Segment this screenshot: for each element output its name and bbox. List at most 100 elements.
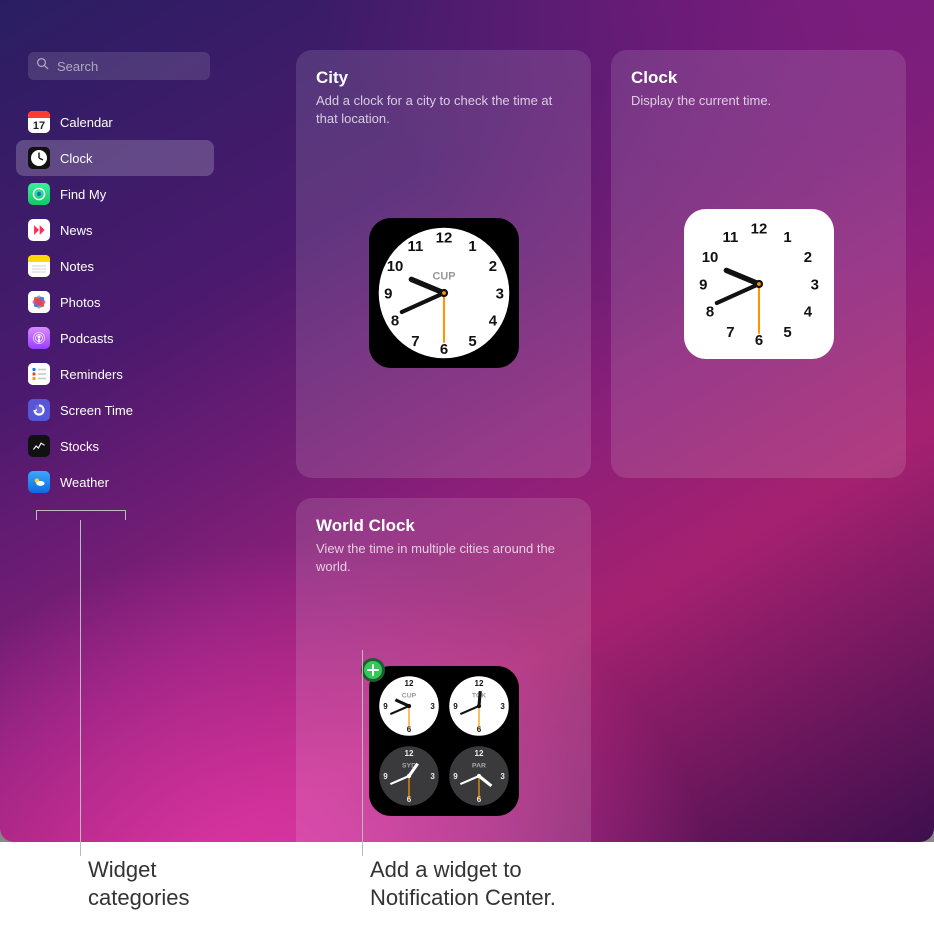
annotation-strip: Widget categories Add a widget to Notifi… bbox=[0, 842, 934, 926]
sidebar-item-photos[interactable]: Photos bbox=[16, 284, 214, 320]
sidebar-item-podcasts[interactable]: Podcasts bbox=[16, 320, 214, 356]
svg-text:3: 3 bbox=[500, 702, 505, 711]
sidebar-item-news[interactable]: News bbox=[16, 212, 214, 248]
svg-text:12: 12 bbox=[750, 220, 767, 237]
card-description: View the time in multiple cities around … bbox=[316, 540, 566, 575]
reminders-icon bbox=[28, 363, 50, 385]
sidebar-item-label: Stocks bbox=[60, 439, 99, 454]
svg-text:3: 3 bbox=[430, 772, 435, 781]
svg-text:3: 3 bbox=[495, 285, 503, 302]
card-title: City bbox=[316, 68, 571, 88]
widget-gallery-panel: 17 Calendar Clock Find My News bbox=[0, 0, 934, 842]
card-description: Add a clock for a city to check the time… bbox=[316, 92, 566, 127]
sidebar-item-label: Weather bbox=[60, 475, 109, 490]
svg-text:7: 7 bbox=[411, 333, 419, 350]
callout-line bbox=[80, 842, 81, 856]
annotation-label-categories: Widget categories bbox=[88, 856, 190, 911]
search-input[interactable] bbox=[55, 58, 235, 75]
svg-text:PAR: PAR bbox=[472, 762, 486, 769]
sidebar-item-label: Notes bbox=[60, 259, 94, 274]
stocks-icon bbox=[28, 435, 50, 457]
svg-text:CUP: CUP bbox=[401, 692, 416, 699]
svg-text:12: 12 bbox=[474, 679, 483, 688]
svg-text:1: 1 bbox=[468, 237, 476, 254]
mini-clock: 12693 CUP bbox=[377, 674, 441, 738]
svg-text:4: 4 bbox=[488, 312, 497, 329]
svg-text:5: 5 bbox=[783, 324, 791, 341]
svg-text:2: 2 bbox=[488, 258, 496, 275]
widget-preview-grid: City Add a clock for a city to check the… bbox=[296, 50, 914, 842]
sidebar-item-clock[interactable]: Clock bbox=[16, 140, 214, 176]
card-description: Display the current time. bbox=[631, 92, 881, 110]
widget-option-clock[interactable]: Clock Display the current time. 12 12 3 45… bbox=[611, 50, 906, 478]
sidebar: 17 Calendar Clock Find My News bbox=[0, 0, 230, 842]
svg-text:9: 9 bbox=[699, 276, 707, 293]
sidebar-item-label: Calendar bbox=[60, 115, 113, 130]
sidebar-item-reminders[interactable]: Reminders bbox=[16, 356, 214, 392]
svg-text:9: 9 bbox=[383, 772, 388, 781]
svg-text:11: 11 bbox=[407, 237, 423, 254]
svg-text:2: 2 bbox=[803, 249, 811, 266]
city-clock-preview: 1212 345 678 91011 CUP bbox=[369, 218, 519, 368]
analog-clock-icon: 1212 345 678 91011 CUP bbox=[376, 225, 512, 361]
annotation-label-add: Add a widget to Notification Center. bbox=[370, 856, 556, 911]
findmy-icon bbox=[28, 183, 50, 205]
svg-text:9: 9 bbox=[453, 702, 458, 711]
svg-text:12: 12 bbox=[404, 749, 413, 758]
sidebar-item-label: Screen Time bbox=[60, 403, 133, 418]
mini-clock: 12693 TOK bbox=[447, 674, 511, 738]
sidebar-item-calendar[interactable]: 17 Calendar bbox=[16, 104, 214, 140]
svg-text:1: 1 bbox=[783, 229, 791, 246]
plus-icon bbox=[367, 664, 379, 676]
svg-text:9: 9 bbox=[383, 702, 388, 711]
svg-text:17: 17 bbox=[33, 120, 45, 132]
search-icon bbox=[36, 57, 49, 75]
svg-text:9: 9 bbox=[453, 772, 458, 781]
mini-clock: 12693 PAR bbox=[447, 744, 511, 808]
widget-option-world-clock[interactable]: World Clock View the time in multiple ci… bbox=[296, 498, 591, 842]
callout-line bbox=[362, 650, 363, 842]
sidebar-item-label: Podcasts bbox=[60, 331, 113, 346]
card-title: Clock bbox=[631, 68, 886, 88]
sidebar-item-label: Clock bbox=[60, 151, 93, 166]
sidebar-item-stocks[interactable]: Stocks bbox=[16, 428, 214, 464]
svg-text:6: 6 bbox=[439, 341, 447, 358]
svg-text:3: 3 bbox=[500, 772, 505, 781]
callout-bracket bbox=[36, 510, 126, 520]
svg-text:CUP: CUP bbox=[432, 270, 455, 282]
svg-text:12: 12 bbox=[404, 679, 413, 688]
screentime-icon bbox=[28, 399, 50, 421]
svg-text:5: 5 bbox=[468, 333, 476, 350]
svg-text:8: 8 bbox=[705, 303, 713, 320]
svg-text:9: 9 bbox=[384, 285, 392, 302]
svg-text:3: 3 bbox=[430, 702, 435, 711]
calendar-icon: 17 bbox=[28, 111, 50, 133]
svg-text:12: 12 bbox=[435, 229, 452, 246]
weather-icon bbox=[28, 471, 50, 493]
svg-text:10: 10 bbox=[701, 249, 718, 266]
sidebar-item-findmy[interactable]: Find My bbox=[16, 176, 214, 212]
widget-option-city[interactable]: City Add a clock for a city to check the… bbox=[296, 50, 591, 478]
callout-line bbox=[362, 842, 363, 856]
news-icon bbox=[28, 219, 50, 241]
world-clock-preview: 12693 CUP 12693 TOK bbox=[369, 666, 519, 816]
clock-preview: 1212 345 678 91011 bbox=[684, 209, 834, 359]
photos-icon bbox=[28, 291, 50, 313]
add-widget-button[interactable] bbox=[361, 658, 385, 682]
sidebar-item-notes[interactable]: Notes bbox=[16, 248, 214, 284]
sidebar-item-label: Find My bbox=[60, 187, 106, 202]
svg-text:3: 3 bbox=[810, 276, 818, 293]
sidebar-item-label: News bbox=[60, 223, 93, 238]
svg-text:12: 12 bbox=[474, 749, 483, 758]
sidebar-item-label: Reminders bbox=[60, 367, 123, 382]
sidebar-item-weather[interactable]: Weather bbox=[16, 464, 214, 500]
callout-line bbox=[80, 520, 81, 842]
sidebar-item-screentime[interactable]: Screen Time bbox=[16, 392, 214, 428]
card-title: World Clock bbox=[316, 516, 571, 536]
notes-icon bbox=[28, 255, 50, 277]
search-box[interactable] bbox=[28, 52, 210, 80]
sidebar-item-label: Photos bbox=[60, 295, 100, 310]
svg-text:4: 4 bbox=[803, 303, 812, 320]
analog-clock-icon: 1212 345 678 91011 bbox=[691, 216, 827, 352]
svg-text:7: 7 bbox=[726, 324, 734, 341]
